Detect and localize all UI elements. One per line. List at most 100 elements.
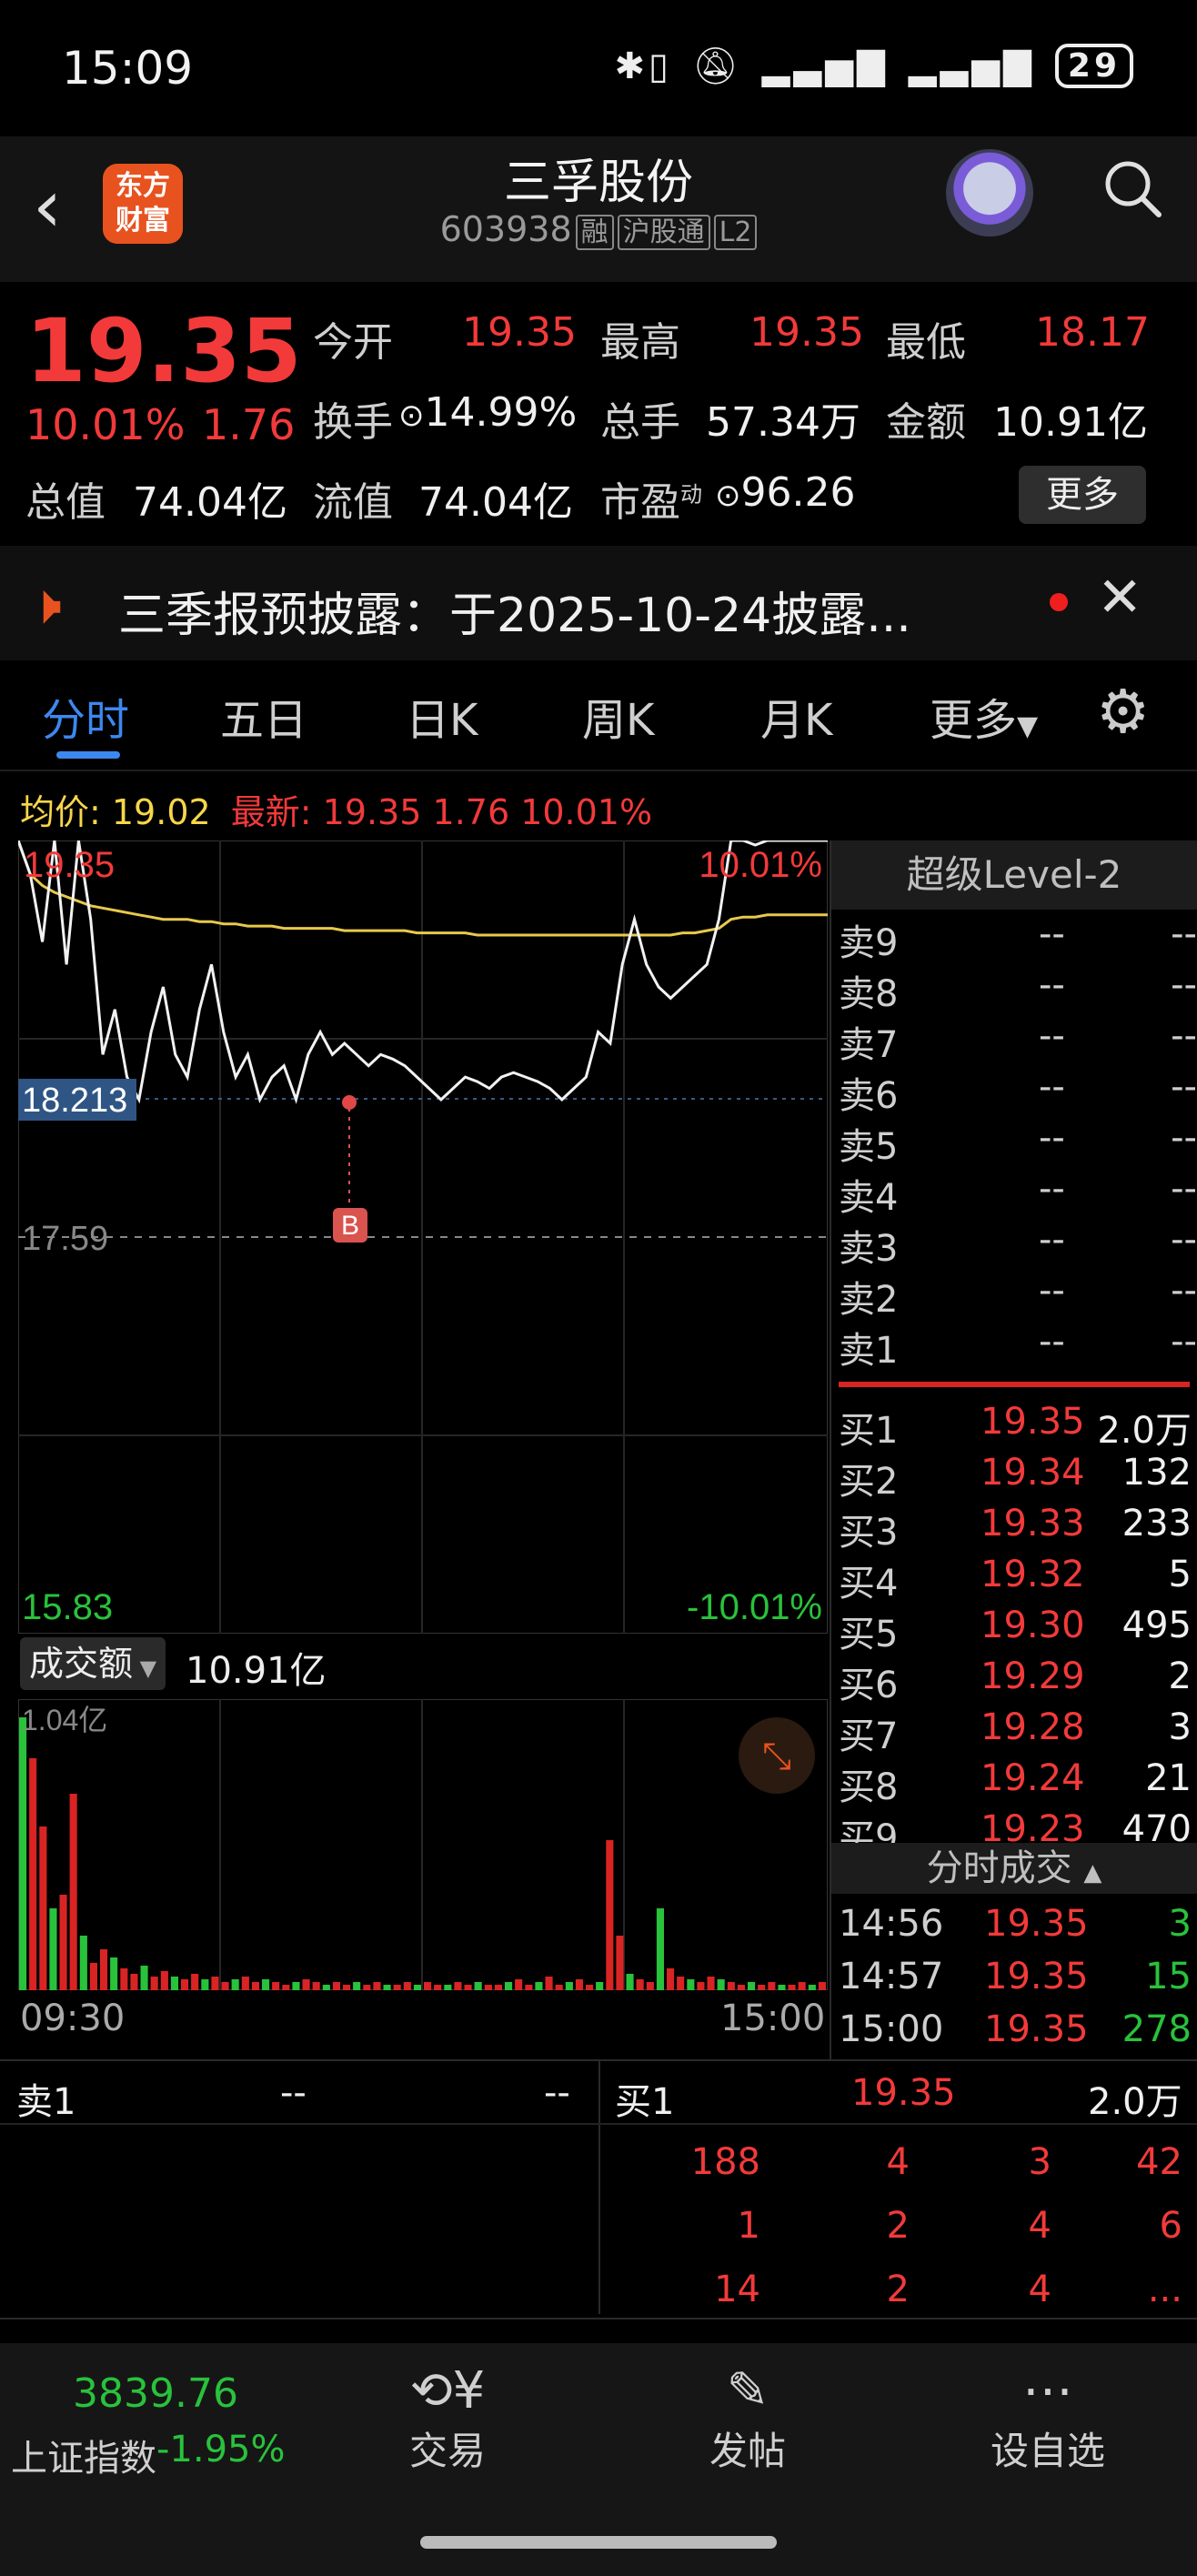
status-icons: ✱▯ 🔕︎ ▂▃▅▇ ▂▃▅▇ 29	[614, 44, 1133, 88]
index-value[interactable]: 3839.76	[73, 2370, 238, 2417]
bid-price: 19.23	[981, 1808, 1085, 1846]
index-change[interactable]: -1.95%	[156, 2429, 286, 2470]
trade-icon: ⟲¥	[409, 2361, 486, 2420]
change-percent: 10.01%	[25, 400, 186, 449]
volume-bar	[110, 1957, 118, 1990]
ask-label: 卖9	[839, 922, 899, 964]
volume-selector[interactable]: 成交额 ▼	[20, 1637, 166, 1690]
tick-vol: 15	[1145, 1956, 1192, 1997]
low-value: 18.17	[1035, 309, 1150, 356]
buy1-label: 买1	[615, 2081, 675, 2123]
change-amount: 1.76	[202, 400, 296, 449]
volume-bar	[19, 1717, 27, 1990]
volume-bar	[79, 1936, 87, 1990]
volume-bar	[262, 1979, 270, 1990]
bid-row: 买5 19.30 495	[839, 1605, 1197, 1655]
more-button[interactable]: 更多	[1019, 466, 1146, 524]
ask-label: 卖6	[839, 1075, 899, 1117]
sell1-vol: --	[544, 2072, 570, 2114]
tag-connect: 沪股通	[617, 215, 710, 250]
volume-bar	[707, 1977, 715, 1990]
volume-bar	[515, 1979, 523, 1990]
volume-bar	[494, 1985, 502, 1990]
tab-five-day[interactable]: 五日	[220, 684, 307, 748]
tag-level2: L2	[713, 215, 758, 250]
volume-bar	[575, 1979, 583, 1990]
stock-header: ‹ 东方 财富 三孚股份 603938 融沪股通 L2	[0, 136, 1197, 282]
book-vertical-divider	[598, 2059, 600, 2314]
signal-icon: ▂▃▅▇	[761, 45, 889, 87]
book-bottom-divider	[0, 2318, 1197, 2319]
gear-icon[interactable]: ⚙	[1096, 677, 1150, 747]
tab-weekly-k[interactable]: 周K	[582, 684, 654, 748]
ask-price: --	[1039, 1270, 1065, 1312]
announcement-bar[interactable]: 🕨︎ 三季报预披露：于2025-10-24披露... ✕	[0, 546, 1197, 660]
speaker-icon: 🕨︎	[27, 573, 62, 637]
bid-price: 19.35	[981, 1401, 1085, 1443]
volume-bar	[788, 1985, 796, 1990]
ask-row: 卖4 -- --	[839, 1168, 1197, 1219]
latest-label: 最新: 19.35 1.76 10.01%	[230, 792, 653, 832]
volume-bar	[454, 1982, 462, 1990]
tag-margin: 融	[575, 215, 614, 250]
turnover-label: 换手	[313, 399, 393, 446]
volume-bar	[383, 1985, 391, 1990]
volume-bar	[727, 1982, 735, 1990]
volume-bar	[778, 1985, 786, 1990]
nav-trade[interactable]: ⟲¥ 交易	[375, 2361, 520, 2476]
queue-cell: 2	[886, 2269, 910, 2310]
volume-bar	[616, 1936, 624, 1990]
queue-book: 卖1 -- -- 买1 19.35 2.0万 188 4 3 42 1 2 4 6 14 2 4..…	[0, 2059, 1197, 2314]
tab-daily-k[interactable]: 日K	[406, 684, 478, 748]
caret-down-icon: ▼	[133, 1655, 157, 1681]
volume-bar	[89, 1963, 97, 1990]
volume-bar	[798, 1982, 806, 1990]
ask-label: 卖4	[839, 1177, 899, 1219]
volume-bar	[434, 1985, 442, 1990]
ticks-title[interactable]: 分时成交 ▲	[831, 1843, 1197, 1894]
intraday-price-chart[interactable]: B 19.35 10.01% 18.213 17.59 15.83 -10.01…	[18, 840, 828, 1634]
tab-monthly-k[interactable]: 月K	[760, 684, 832, 748]
nav-post[interactable]: ✎ 发帖	[675, 2361, 820, 2476]
queue-cell: 4	[1028, 2205, 1051, 2247]
bid-row: 买6 19.29 2	[839, 1655, 1197, 1706]
ask-price: --	[1039, 1015, 1065, 1057]
bid-label: 买2	[839, 1461, 899, 1503]
ask-row: 卖9 -- --	[839, 913, 1197, 964]
bid-row: 买3 19.33 233	[839, 1503, 1197, 1554]
tick-vol: 3	[1168, 1903, 1192, 1945]
queue-cell: 14	[714, 2269, 760, 2310]
volume-bar	[181, 1979, 189, 1990]
close-icon[interactable]: ✕	[1097, 566, 1142, 629]
bid-vol: 470	[1122, 1808, 1192, 1846]
volume-bar	[221, 1982, 229, 1990]
volume-chart[interactable]: 1.04亿 ⤡	[18, 1699, 828, 1990]
bid-vol: 21	[1145, 1757, 1192, 1799]
queue-divider	[0, 2123, 1197, 2125]
assistant-avatar[interactable]	[946, 149, 1033, 236]
bid-row: 买4 19.32 5	[839, 1554, 1197, 1605]
volume-bar	[525, 1985, 533, 1990]
turnover-value: ⊙14.99%	[398, 389, 577, 436]
tab-more[interactable]: 更多▼	[930, 684, 1038, 748]
ask-price: --	[1039, 1117, 1065, 1159]
chart-legend: 均价: 19.02 最新: 19.35 1.76 10.01%	[20, 784, 652, 834]
ask-row: 卖3 -- --	[839, 1219, 1197, 1270]
home-indicator[interactable]	[420, 2536, 777, 2549]
tab-intraday[interactable]: 分时	[42, 684, 129, 748]
bid-vol: 233	[1122, 1503, 1192, 1545]
level2-title[interactable]: 超级Level-2	[831, 840, 1197, 910]
nav-post-label: 发帖	[709, 2429, 786, 2473]
queue-cell: 2	[886, 2205, 910, 2247]
pe-label-text: 市盈	[600, 479, 680, 526]
tabs-divider	[0, 770, 1197, 771]
queue-cell: 3	[1028, 2141, 1051, 2183]
search-icon[interactable]	[1101, 156, 1166, 237]
queue-cell: 6	[1159, 2205, 1182, 2247]
nav-watch[interactable]: ⋯ 设自选	[975, 2361, 1121, 2476]
index-name[interactable]: 上证指数	[11, 2429, 156, 2481]
volume-bar	[373, 1982, 381, 1990]
buy1-vol: 2.0万	[1088, 2081, 1182, 2123]
ask-label: 卖1	[839, 1330, 899, 1372]
ask-label: 卖5	[839, 1126, 899, 1168]
